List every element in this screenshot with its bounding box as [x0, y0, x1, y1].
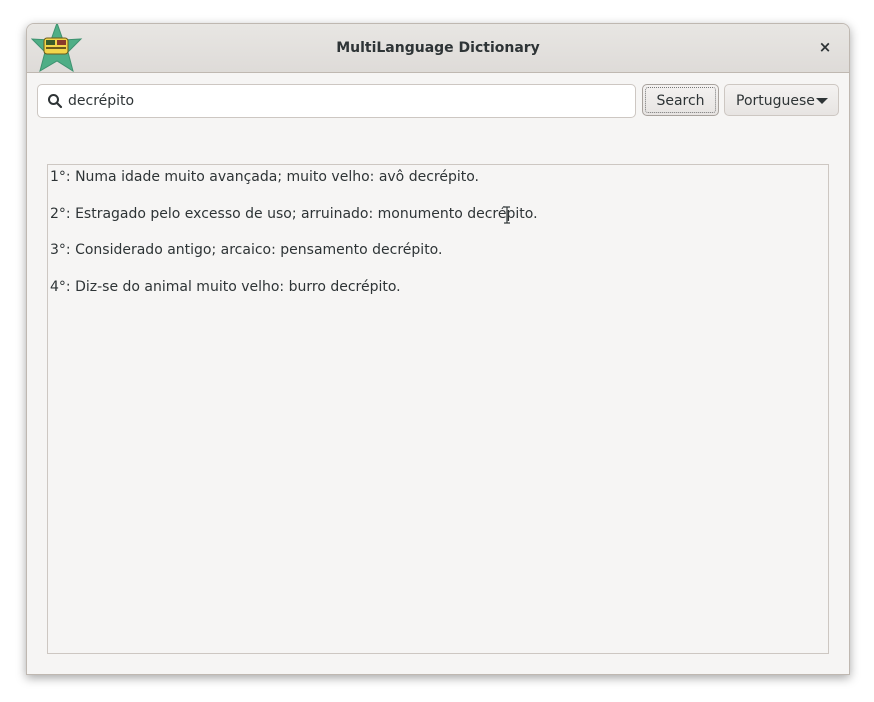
search-button[interactable]: Search	[642, 84, 719, 116]
definition-line: 3°: Considerado antigo; arcaico: pensame…	[50, 242, 443, 258]
definition-line: 4°: Diz-se do animal muito velho: burro …	[50, 279, 401, 295]
chevron-down-icon	[816, 98, 828, 104]
search-field[interactable]	[37, 84, 636, 118]
search-icon	[48, 94, 63, 109]
dictionary-window: MultiLanguage Dictionary × Search Portug…	[26, 23, 850, 675]
language-selected-label: Portuguese	[736, 93, 815, 109]
definition-line: 1°: Numa idade muito avançada; muito vel…	[50, 169, 479, 185]
definition-line: 2°: Estragado pelo excesso de uso; arrui…	[50, 206, 538, 222]
window-title: MultiLanguage Dictionary	[336, 40, 540, 56]
language-dropdown[interactable]: Portuguese	[724, 84, 839, 116]
search-button-label: Search	[656, 93, 705, 109]
text-cursor-icon	[504, 206, 510, 224]
title-bar: MultiLanguage Dictionary ×	[27, 24, 849, 73]
close-button[interactable]: ×	[815, 37, 835, 57]
search-input[interactable]	[68, 85, 628, 117]
definitions-text-area[interactable]: 1°: Numa idade muito avançada; muito vel…	[47, 164, 829, 654]
